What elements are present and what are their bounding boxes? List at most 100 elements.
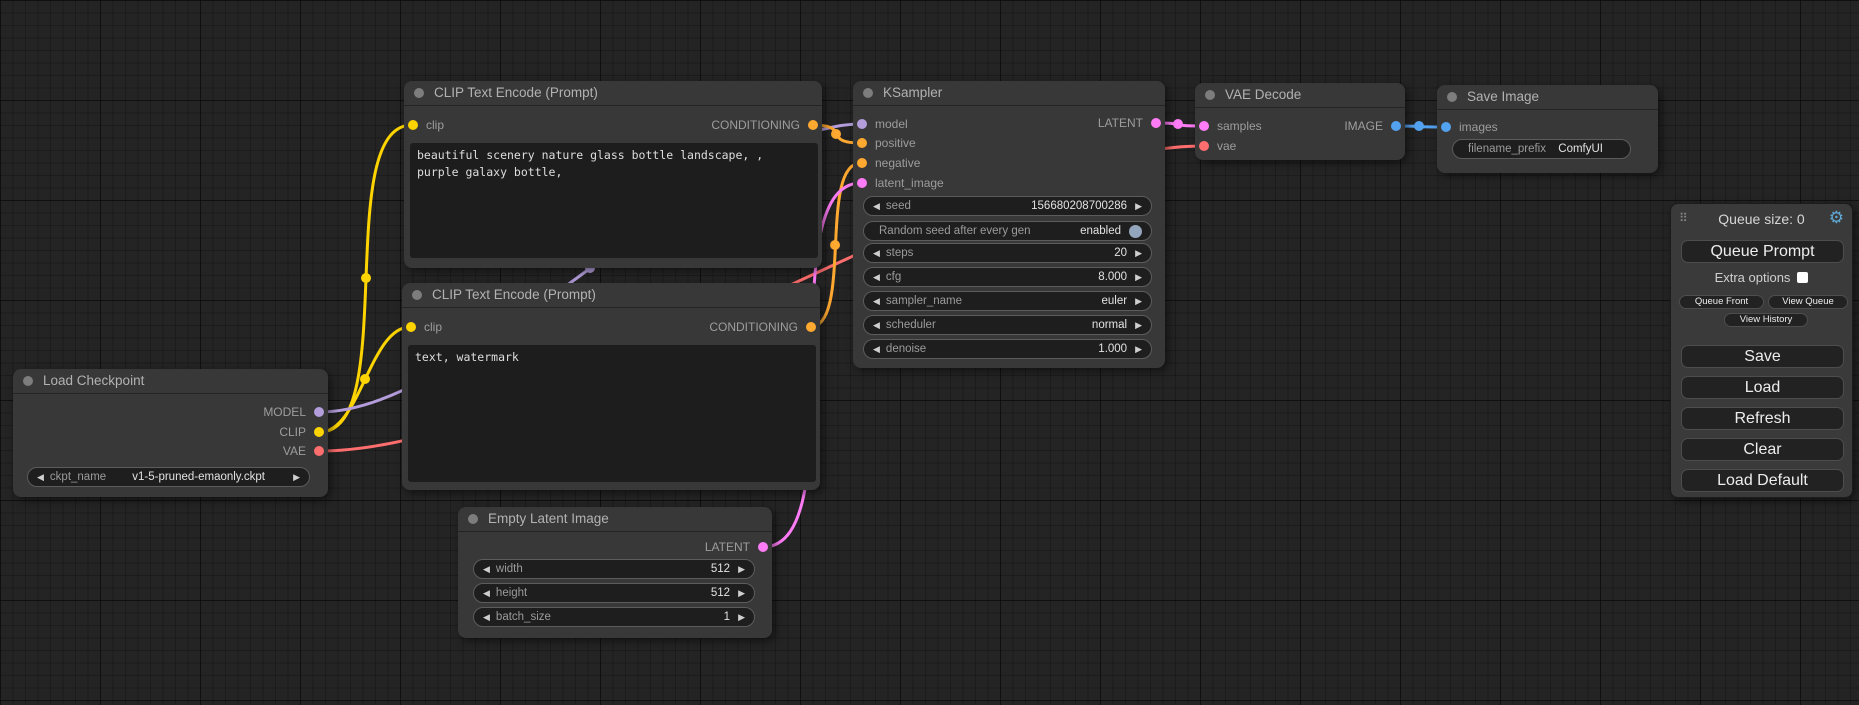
- input-negative[interactable]: negative: [853, 153, 920, 173]
- decrement-arrow-icon[interactable]: ◀: [873, 243, 880, 263]
- node-header[interactable]: Empty Latent Image: [458, 507, 772, 532]
- increment-arrow-icon[interactable]: ▶: [293, 467, 300, 487]
- cfg-widget[interactable]: ◀ cfg 8.000 ▶: [863, 267, 1152, 287]
- node-header[interactable]: Load Checkpoint: [13, 369, 328, 394]
- vae-port-icon[interactable]: [1199, 141, 1209, 151]
- wire-dot[interactable]: [1414, 121, 1424, 131]
- random-seed-toggle[interactable]: Random seed after every gen enabled: [863, 221, 1152, 241]
- increment-arrow-icon[interactable]: ▶: [1135, 291, 1142, 311]
- image-port-icon[interactable]: [1391, 121, 1401, 131]
- output-vae[interactable]: VAE: [283, 441, 328, 461]
- latent-port-icon[interactable]: [857, 178, 867, 188]
- width-widget[interactable]: ◀ width 512 ▶: [473, 559, 755, 579]
- collapse-dot-icon[interactable]: [863, 88, 873, 98]
- increment-arrow-icon[interactable]: ▶: [1135, 243, 1142, 263]
- load-button[interactable]: Load: [1681, 376, 1844, 399]
- wire-dot[interactable]: [1173, 119, 1183, 129]
- increment-arrow-icon[interactable]: ▶: [1135, 315, 1142, 335]
- model-port-icon[interactable]: [857, 119, 867, 129]
- increment-arrow-icon[interactable]: ▶: [1135, 339, 1142, 359]
- toggle-knob-icon[interactable]: [1129, 225, 1142, 238]
- output-latent[interactable]: LATENT: [705, 537, 772, 557]
- output-model[interactable]: MODEL: [263, 402, 328, 422]
- output-clip[interactable]: CLIP: [279, 422, 328, 442]
- wire-dot[interactable]: [831, 129, 841, 139]
- decrement-arrow-icon[interactable]: ◀: [873, 291, 880, 311]
- load-default-button[interactable]: Load Default: [1681, 469, 1844, 492]
- sampler-name-widget[interactable]: ◀ sampler_name euler ▶: [863, 291, 1152, 311]
- conditioning-port-icon[interactable]: [857, 138, 867, 148]
- node-header[interactable]: KSampler: [853, 81, 1165, 106]
- latent-port-icon[interactable]: [1151, 118, 1161, 128]
- node-header[interactable]: Save Image: [1437, 85, 1658, 110]
- input-latent-image[interactable]: latent_image: [853, 173, 944, 193]
- comfyui-canvas[interactable]: { "colors": { "model": "#b39ddb", "clip"…: [0, 0, 1859, 705]
- conditioning-port-icon[interactable]: [857, 158, 867, 168]
- conditioning-port-icon[interactable]: [806, 322, 816, 332]
- latent-port-icon[interactable]: [1199, 121, 1209, 131]
- view-history-button[interactable]: View History: [1724, 313, 1808, 327]
- latent-port-icon[interactable]: [758, 542, 768, 552]
- node-empty-latent-image[interactable]: Empty Latent Image LATENT ◀ width 512 ▶ …: [458, 507, 772, 638]
- node-save-image[interactable]: Save Image images filename_prefix ComfyU…: [1437, 85, 1658, 173]
- output-conditioning[interactable]: CONDITIONING: [709, 317, 820, 337]
- increment-arrow-icon[interactable]: ▶: [738, 583, 745, 603]
- decrement-arrow-icon[interactable]: ◀: [873, 196, 880, 216]
- collapse-dot-icon[interactable]: [23, 376, 33, 386]
- vae-port-icon[interactable]: [314, 446, 324, 456]
- prompt-textarea[interactable]: text, watermark: [408, 345, 816, 482]
- batch-size-widget[interactable]: ◀ batch_size 1 ▶: [473, 607, 755, 627]
- increment-arrow-icon[interactable]: ▶: [1135, 267, 1142, 287]
- model-port-icon[interactable]: [314, 407, 324, 417]
- input-samples[interactable]: samples: [1195, 116, 1262, 136]
- refresh-button[interactable]: Refresh: [1681, 407, 1844, 430]
- decrement-arrow-icon[interactable]: ◀: [483, 607, 490, 627]
- decrement-arrow-icon[interactable]: ◀: [873, 267, 880, 287]
- settings-gear-icon[interactable]: ⚙: [1829, 208, 1844, 228]
- height-widget[interactable]: ◀ height 512 ▶: [473, 583, 755, 603]
- input-positive[interactable]: positive: [853, 133, 916, 153]
- output-image[interactable]: IMAGE: [1344, 116, 1405, 136]
- collapse-dot-icon[interactable]: [412, 290, 422, 300]
- conditioning-port-icon[interactable]: [808, 120, 818, 130]
- clip-port-icon[interactable]: [408, 120, 418, 130]
- steps-widget[interactable]: ◀ steps 20 ▶: [863, 243, 1152, 263]
- node-load-checkpoint[interactable]: Load Checkpoint MODEL CLIP VAE ◀ ckpt_na…: [13, 369, 328, 497]
- decrement-arrow-icon[interactable]: ◀: [37, 467, 44, 487]
- wire-dot[interactable]: [360, 374, 370, 384]
- view-queue-button[interactable]: View Queue: [1768, 295, 1848, 309]
- collapse-dot-icon[interactable]: [414, 88, 424, 98]
- collapse-dot-icon[interactable]: [1447, 92, 1457, 102]
- image-port-icon[interactable]: [1441, 122, 1451, 132]
- denoise-widget[interactable]: ◀ denoise 1.000 ▶: [863, 339, 1152, 359]
- node-ksampler[interactable]: KSampler model positive negative latent_…: [853, 81, 1165, 368]
- increment-arrow-icon[interactable]: ▶: [738, 559, 745, 579]
- decrement-arrow-icon[interactable]: ◀: [873, 315, 880, 335]
- input-images[interactable]: images: [1437, 117, 1498, 137]
- node-header[interactable]: VAE Decode: [1195, 83, 1405, 108]
- collapse-dot-icon[interactable]: [468, 514, 478, 524]
- scheduler-widget[interactable]: ◀ scheduler normal ▶: [863, 315, 1152, 335]
- clip-port-icon[interactable]: [406, 322, 416, 332]
- clear-button[interactable]: Clear: [1681, 438, 1844, 461]
- increment-arrow-icon[interactable]: ▶: [1135, 196, 1142, 216]
- filename-prefix-widget[interactable]: filename_prefix ComfyUI: [1452, 139, 1631, 159]
- decrement-arrow-icon[interactable]: ◀: [483, 559, 490, 579]
- input-vae[interactable]: vae: [1195, 136, 1236, 156]
- wire-dot[interactable]: [361, 273, 371, 283]
- output-latent[interactable]: LATENT: [1098, 113, 1165, 133]
- decrement-arrow-icon[interactable]: ◀: [483, 583, 490, 603]
- input-clip[interactable]: clip: [404, 115, 444, 135]
- queue-front-button[interactable]: Queue Front: [1679, 295, 1764, 309]
- node-clip-text-encode-negative[interactable]: CLIP Text Encode (Prompt) clip CONDITION…: [402, 283, 820, 490]
- ckpt-name-combo[interactable]: ◀ ckpt_name v1-5-pruned-emaonly.ckpt ▶: [27, 467, 310, 487]
- input-clip[interactable]: clip: [402, 317, 442, 337]
- seed-widget[interactable]: ◀ seed 156680208700286 ▶: [863, 196, 1152, 216]
- node-header[interactable]: CLIP Text Encode (Prompt): [402, 283, 820, 308]
- extra-options-checkbox[interactable]: [1797, 272, 1808, 283]
- clip-port-icon[interactable]: [314, 427, 324, 437]
- node-header[interactable]: CLIP Text Encode (Prompt): [404, 81, 822, 106]
- save-button[interactable]: Save: [1681, 345, 1844, 368]
- queue-prompt-button[interactable]: Queue Prompt: [1681, 240, 1844, 263]
- node-vae-decode[interactable]: VAE Decode samples vae IMAGE: [1195, 83, 1405, 160]
